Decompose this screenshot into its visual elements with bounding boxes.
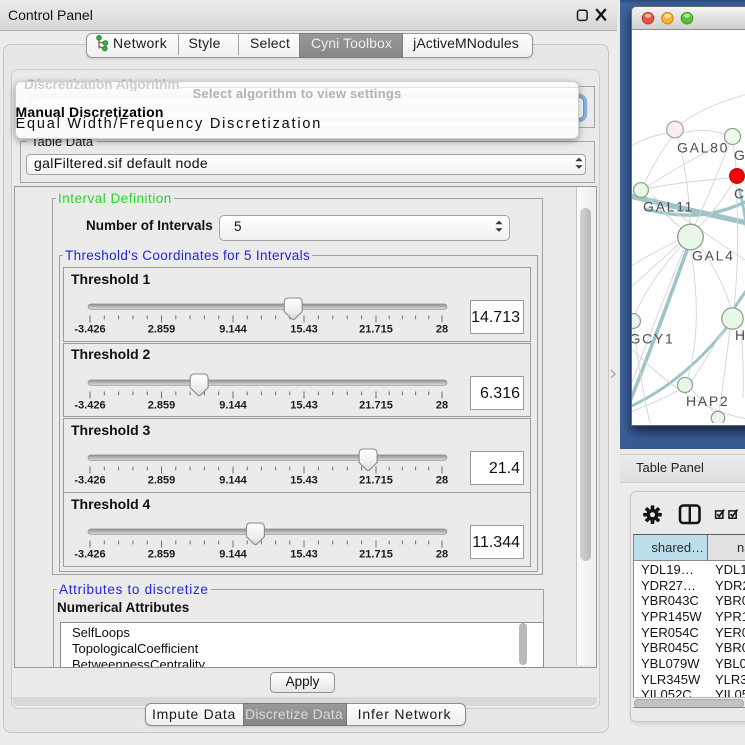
svg-text:9.144: 9.144 <box>219 475 247 487</box>
svg-text:28: 28 <box>436 549 448 561</box>
svg-text:2.859: 2.859 <box>148 549 176 561</box>
svg-text:9.144: 9.144 <box>219 324 247 336</box>
svg-text:CY: CY <box>734 186 745 202</box>
svg-text:21.715: 21.715 <box>359 324 393 336</box>
svg-text:9.144: 9.144 <box>219 400 247 412</box>
svg-text:GAL4: GAL4 <box>692 248 735 264</box>
svg-text:28: 28 <box>436 400 448 412</box>
svg-text:GAL: GAL <box>734 147 745 163</box>
svg-text:21.715: 21.715 <box>359 549 393 561</box>
svg-text:28: 28 <box>436 324 448 336</box>
svg-text:2.859: 2.859 <box>148 324 176 336</box>
svg-text:-3.426: -3.426 <box>74 400 105 412</box>
svg-text:21.715: 21.715 <box>359 400 393 412</box>
svg-text:GAL11: GAL11 <box>643 199 694 215</box>
svg-text:HAP2: HAP2 <box>686 393 729 409</box>
svg-text:15.43: 15.43 <box>290 324 318 336</box>
svg-text:GCY1: GCY1 <box>632 331 674 347</box>
svg-text:15.43: 15.43 <box>290 475 318 487</box>
svg-text:2.859: 2.859 <box>148 475 176 487</box>
svg-text:-3.426: -3.426 <box>74 475 105 487</box>
svg-text:-3.426: -3.426 <box>74 549 105 561</box>
svg-text:15.43: 15.43 <box>290 549 318 561</box>
svg-text:GAL80: GAL80 <box>677 140 729 156</box>
svg-text:15.43: 15.43 <box>290 400 318 412</box>
svg-text:28: 28 <box>436 475 448 487</box>
svg-text:-3.426: -3.426 <box>74 324 105 336</box>
svg-text:HA: HA <box>735 327 745 343</box>
svg-text:21.715: 21.715 <box>359 475 393 487</box>
svg-text:2.859: 2.859 <box>148 400 176 412</box>
svg-text:9.144: 9.144 <box>219 549 247 561</box>
